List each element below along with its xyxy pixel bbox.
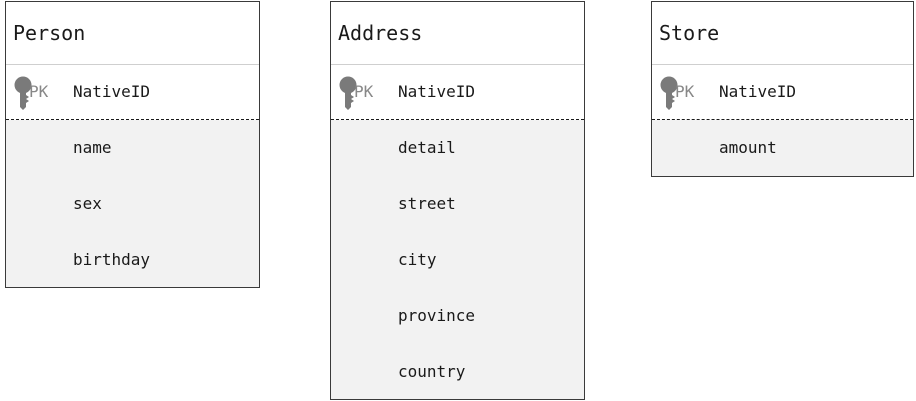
field-list: amount bbox=[652, 120, 913, 176]
pk-field-name: NativeID bbox=[719, 82, 797, 101]
pk-label: PK bbox=[675, 82, 695, 101]
pk-field-name: NativeID bbox=[73, 82, 151, 101]
primary-key-row[interactable]: PK NativeID bbox=[6, 65, 259, 120]
primary-key-row[interactable]: PK NativeID bbox=[652, 65, 913, 120]
field-row[interactable]: birthday bbox=[6, 232, 259, 288]
entity-title: Address bbox=[331, 2, 584, 65]
field-row[interactable]: province bbox=[331, 288, 584, 344]
field-row[interactable]: amount bbox=[652, 120, 913, 176]
entity-person[interactable]: Person PK NativeID name sex birthday bbox=[5, 1, 260, 288]
pk-field-name: NativeID bbox=[398, 82, 476, 101]
field-row[interactable]: street bbox=[331, 176, 584, 232]
field-row[interactable]: city bbox=[331, 232, 584, 288]
field-list: name sex birthday bbox=[6, 120, 259, 287]
field-list: detail street city province country bbox=[331, 120, 584, 399]
primary-key-row[interactable]: PK NativeID bbox=[331, 65, 584, 120]
field-row[interactable]: country bbox=[331, 344, 584, 400]
pk-label: PK bbox=[29, 82, 49, 101]
entity-store[interactable]: Store PK NativeID amount bbox=[651, 1, 914, 177]
entity-title: Store bbox=[652, 2, 913, 65]
entity-address[interactable]: Address PK NativeID detail street city p… bbox=[330, 1, 585, 400]
field-row[interactable]: sex bbox=[6, 176, 259, 232]
pk-label: PK bbox=[354, 82, 374, 101]
field-row[interactable]: name bbox=[6, 120, 259, 176]
entity-title: Person bbox=[6, 2, 259, 65]
field-row[interactable]: detail bbox=[331, 120, 584, 176]
